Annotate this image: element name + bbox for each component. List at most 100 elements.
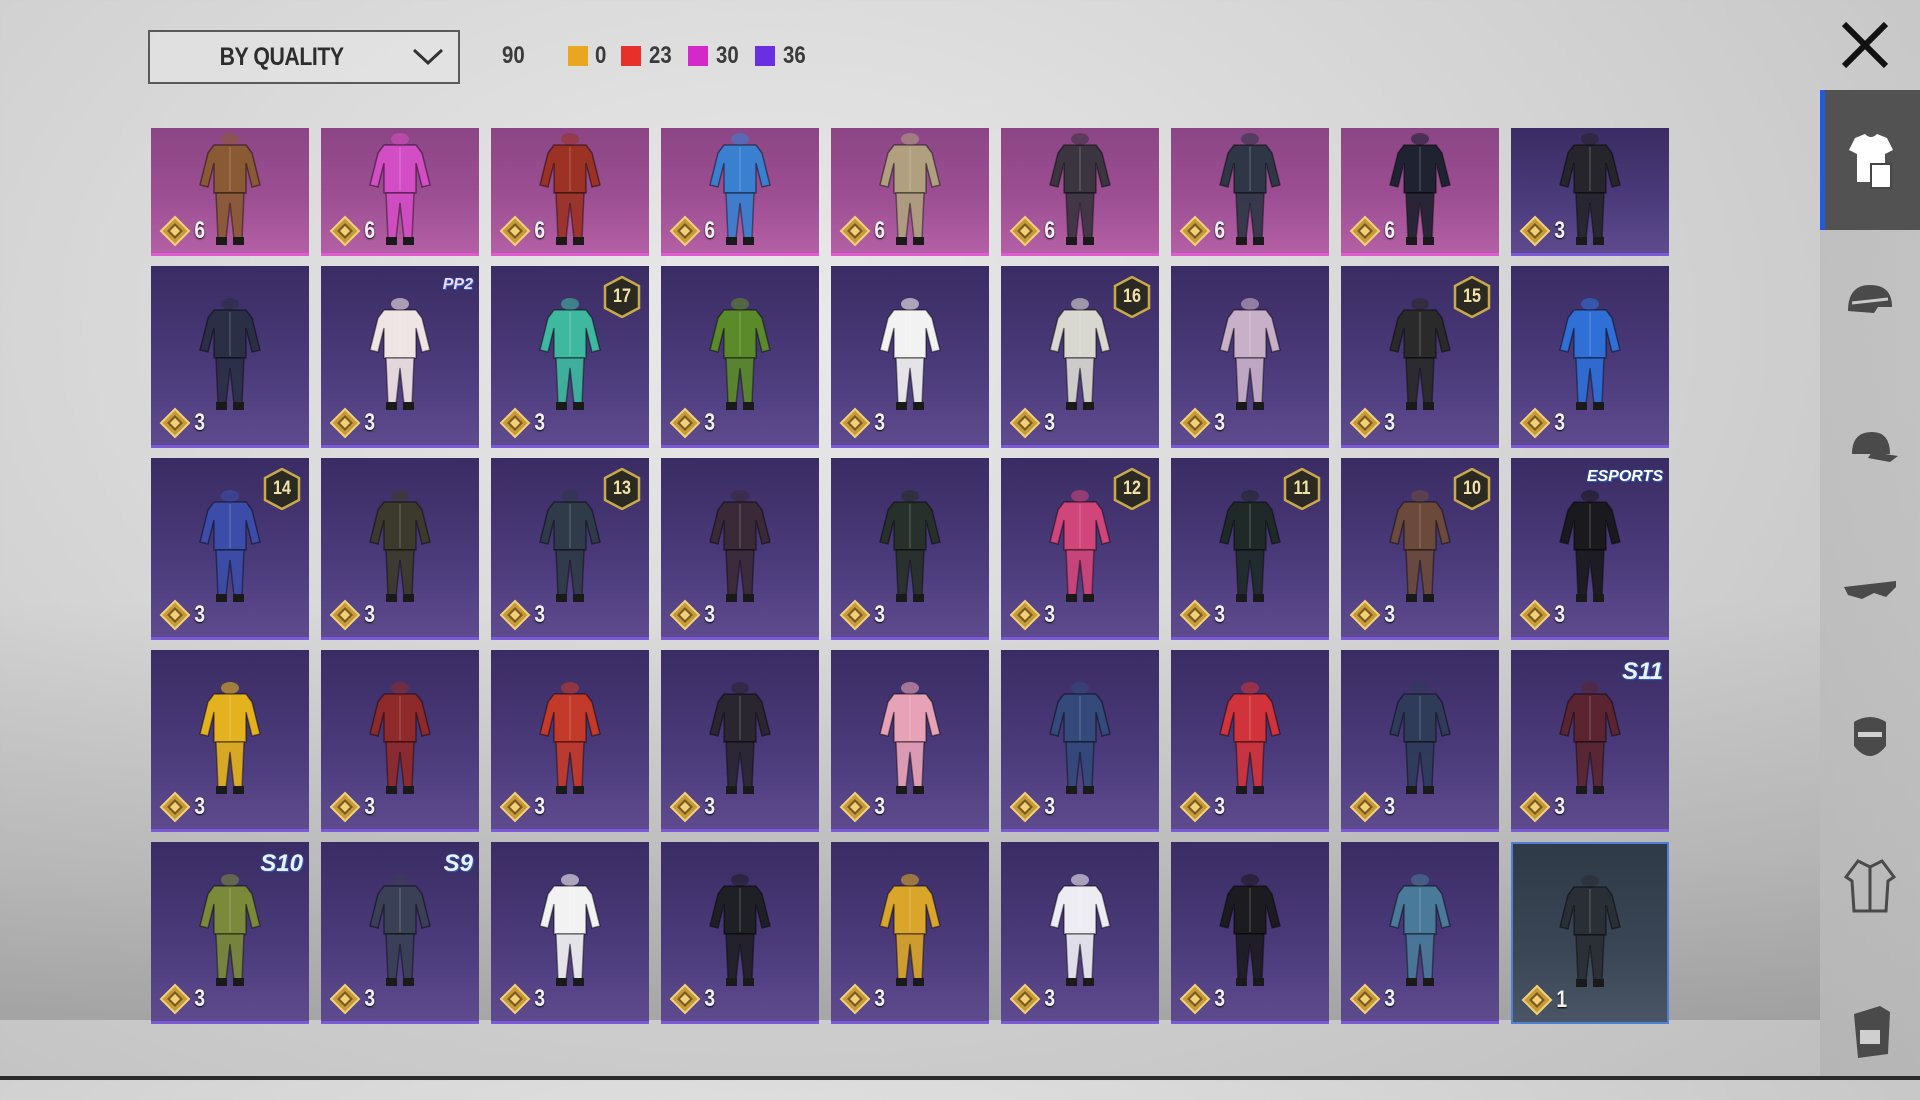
item-count: 3 bbox=[704, 793, 716, 820]
outfit-card[interactable]: 3 13 bbox=[491, 458, 649, 640]
outfit-card[interactable]: 6 bbox=[661, 128, 819, 256]
crate-coupon-icon bbox=[1349, 983, 1381, 1015]
outfit-card[interactable]: 3 bbox=[661, 842, 819, 1024]
outfit-card[interactable]: 3 S9 bbox=[321, 842, 479, 1024]
outfit-card[interactable]: 3 bbox=[1341, 650, 1499, 832]
outfit-thumbnail bbox=[1389, 297, 1451, 410]
outfit-thumbnail bbox=[1559, 875, 1621, 987]
crate-coupon-icon bbox=[499, 599, 531, 631]
outfit-card[interactable]: 3 16 bbox=[1001, 266, 1159, 448]
crate-coupon-icon bbox=[159, 407, 191, 439]
outfit-thumbnail bbox=[199, 681, 261, 794]
outfit-card[interactable]: 3 bbox=[661, 266, 819, 448]
item-count-badge: 6 bbox=[1009, 215, 1056, 247]
outfit-card[interactable]: 3 bbox=[491, 650, 649, 832]
outfit-card[interactable]: 3 bbox=[1511, 266, 1669, 448]
outfit-card[interactable]: 3 bbox=[831, 458, 989, 640]
outfit-card[interactable]: 3 bbox=[831, 842, 989, 1024]
outfit-card[interactable]: 3 14 bbox=[151, 458, 309, 640]
crate-coupon-icon bbox=[669, 791, 701, 823]
outfit-thumbnail bbox=[199, 489, 261, 602]
outfit-card[interactable]: 3 S10 bbox=[151, 842, 309, 1024]
item-count: 3 bbox=[1044, 409, 1056, 436]
legend-count: 36 bbox=[782, 42, 806, 69]
crate-coupon-icon bbox=[669, 407, 701, 439]
season-tag: S9 bbox=[443, 850, 473, 877]
item-count-badge: 3 bbox=[1179, 791, 1226, 823]
item-count: 3 bbox=[534, 409, 546, 436]
outfit-card[interactable]: 3 S11 bbox=[1511, 650, 1669, 832]
crate-coupon-icon bbox=[839, 215, 871, 247]
crate-coupon-icon bbox=[839, 407, 871, 439]
crate-coupon-icon bbox=[499, 407, 531, 439]
outfit-card[interactable]: 3 ESPORTS bbox=[1511, 458, 1669, 640]
sort-dropdown[interactable]: BY QUALITY bbox=[148, 30, 460, 84]
tab-glasses[interactable] bbox=[1820, 525, 1920, 665]
outfit-card[interactable]: 3 bbox=[831, 266, 989, 448]
crate-coupon-icon bbox=[669, 599, 701, 631]
tab-helmet[interactable] bbox=[1820, 235, 1920, 375]
outfit-card[interactable]: 3 bbox=[491, 842, 649, 1024]
crate-coupon-icon bbox=[669, 983, 701, 1015]
legend-item-orange: 0 bbox=[568, 42, 607, 70]
outfit-card[interactable]: 3 bbox=[1341, 842, 1499, 1024]
outfit-card[interactable]: 3 bbox=[831, 650, 989, 832]
outfit-card[interactable]: 6 bbox=[831, 128, 989, 256]
item-count-badge: 3 bbox=[669, 791, 716, 823]
outfit-card[interactable]: 3 bbox=[1171, 266, 1329, 448]
item-count: 3 bbox=[1554, 601, 1566, 628]
level-number: 12 bbox=[1123, 478, 1141, 499]
level-number: 16 bbox=[1123, 286, 1141, 307]
outfit-card[interactable]: 1 bbox=[1511, 842, 1669, 1024]
crate-coupon-icon bbox=[499, 983, 531, 1015]
crate-coupon-icon bbox=[159, 215, 191, 247]
outfit-card[interactable]: 3 12 bbox=[1001, 458, 1159, 640]
tab-outfit[interactable] bbox=[1820, 90, 1920, 230]
item-count-badge: 3 bbox=[499, 407, 546, 439]
item-count-badge: 3 bbox=[1179, 983, 1226, 1015]
outfit-card[interactable]: 6 bbox=[1001, 128, 1159, 256]
tab-jacket[interactable] bbox=[1820, 815, 1920, 955]
outfit-card[interactable]: 3 10 bbox=[1341, 458, 1499, 640]
outfit-card[interactable]: 3 bbox=[1171, 650, 1329, 832]
outfit-thumbnail bbox=[539, 489, 601, 602]
item-count-badge: 3 bbox=[839, 407, 886, 439]
outfit-card[interactable]: 3 bbox=[321, 650, 479, 832]
outfit-card[interactable]: 3 bbox=[661, 458, 819, 640]
outfit-thumbnail bbox=[1049, 297, 1111, 410]
outfit-card[interactable]: 3 bbox=[151, 650, 309, 832]
outfit-card[interactable]: 6 bbox=[151, 128, 309, 256]
outfit-card[interactable]: 3 11 bbox=[1171, 458, 1329, 640]
outfit-card[interactable]: 3 bbox=[1171, 842, 1329, 1024]
outfit-card[interactable]: 6 bbox=[491, 128, 649, 256]
item-count-badge: 6 bbox=[329, 215, 376, 247]
item-count-badge: 3 bbox=[839, 791, 886, 823]
outfit-card[interactable]: 6 bbox=[1341, 128, 1499, 256]
crate-coupon-icon bbox=[1009, 599, 1041, 631]
item-count-badge: 3 bbox=[669, 983, 716, 1015]
level-badge: 11 bbox=[1283, 467, 1321, 511]
outfit-card[interactable]: 3 17 bbox=[491, 266, 649, 448]
item-count-badge: 3 bbox=[1519, 215, 1566, 247]
outfit-grid: 6 6 6 6 6 6 6 6 3 3 3 PP2 3 17 3 3 3 16 … bbox=[151, 128, 1669, 1024]
outfit-card[interactable]: 3 15 bbox=[1341, 266, 1499, 448]
item-count-badge: 3 bbox=[1349, 599, 1396, 631]
item-count: 3 bbox=[1384, 985, 1396, 1012]
outfit-card[interactable]: 3 bbox=[1001, 842, 1159, 1024]
outfit-card[interactable]: 3 bbox=[661, 650, 819, 832]
close-button[interactable] bbox=[1836, 16, 1894, 74]
outfit-card[interactable]: 6 bbox=[1171, 128, 1329, 256]
crate-coupon-icon bbox=[1009, 407, 1041, 439]
outfit-card[interactable]: 3 bbox=[321, 458, 479, 640]
item-count: 3 bbox=[704, 409, 716, 436]
outfit-card[interactable]: 6 bbox=[321, 128, 479, 256]
outfit-card[interactable]: 3 bbox=[1001, 650, 1159, 832]
item-count: 3 bbox=[194, 409, 206, 436]
outfit-card[interactable]: 3 PP2 bbox=[321, 266, 479, 448]
outfit-icon bbox=[1848, 134, 1893, 189]
tab-mask[interactable] bbox=[1820, 670, 1920, 810]
outfit-card[interactable]: 3 bbox=[151, 266, 309, 448]
outfit-card[interactable]: 3 bbox=[1511, 128, 1669, 256]
tab-cap[interactable] bbox=[1820, 380, 1920, 520]
level-number: 13 bbox=[613, 478, 631, 499]
